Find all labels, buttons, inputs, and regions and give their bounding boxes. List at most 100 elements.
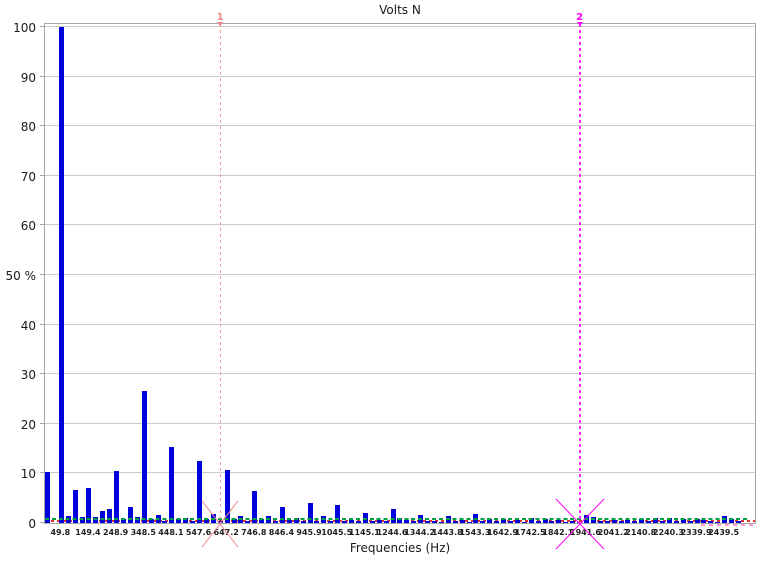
spectrum-bar	[314, 521, 319, 523]
gridline	[45, 472, 755, 473]
x-tick-label: 945.9	[296, 528, 321, 537]
x-tick-label: 746.8	[241, 528, 266, 537]
spectrum-bar	[494, 521, 499, 523]
spectrum-bar	[59, 27, 64, 523]
y-tick	[40, 324, 45, 325]
baseline-pink-dashes	[701, 524, 757, 526]
spectrum-bar	[411, 521, 416, 523]
x-tick-label: 2240.3	[653, 528, 684, 537]
spectrum-bar	[522, 522, 527, 523]
spectrum-bar	[605, 521, 610, 523]
spectrum-bar	[619, 521, 624, 523]
spectrum-bar	[342, 521, 347, 523]
spectrum-bar	[660, 521, 665, 523]
x-tick-label: 1344.2	[404, 528, 435, 537]
cursor-2-x-marker[interactable]	[556, 499, 604, 549]
x-tick-label: 448.1	[158, 528, 183, 537]
y-tick	[40, 26, 45, 27]
y-tick-label: 100	[13, 21, 36, 35]
spectrum-bar	[128, 507, 133, 523]
cursor-2-line[interactable]	[579, 24, 581, 525]
cursor-1-arrow-icon	[217, 22, 223, 26]
x-tick-label: 2439.5	[708, 528, 739, 537]
x-tick-label: 1145.1	[349, 528, 380, 537]
x-axis-title: Frequencies (Hz)	[44, 541, 756, 555]
spectrum-bar	[632, 521, 637, 523]
spectrum-bar	[391, 509, 396, 523]
gridline	[45, 224, 755, 225]
x-tick-label: 1642.9	[487, 528, 518, 537]
y-axis: 01020304050 %60708090100	[0, 23, 39, 524]
spectrum-bar	[460, 520, 465, 523]
gridline	[45, 26, 755, 27]
spectrum-bar	[273, 521, 278, 523]
spectrum-bar	[370, 521, 375, 523]
x-tick-label: 2339.9	[681, 528, 712, 537]
y-tick-label: 30	[21, 368, 36, 382]
y-tick-label: 90	[21, 71, 36, 85]
spectrum-bar	[335, 505, 340, 523]
y-tick	[40, 125, 45, 126]
spectrum-bar	[356, 521, 361, 523]
x-tick-label: 1742.5	[515, 528, 546, 537]
spectrum-bar	[169, 447, 174, 523]
spectrum-bar	[688, 521, 693, 523]
gridline	[45, 423, 755, 424]
spectrum-bar	[100, 511, 105, 523]
x-tick-label: 1244.6	[377, 528, 408, 537]
spectrum-bar	[301, 521, 306, 523]
cursor-1-x-marker[interactable]	[202, 501, 238, 547]
y-tick-label: 50 %	[6, 269, 37, 283]
spectrum-bar	[453, 521, 458, 523]
gridline	[45, 373, 755, 374]
x-tick-label: 1045.5	[321, 528, 352, 537]
spectrum-bar	[646, 521, 651, 523]
spectrum-bar	[377, 520, 382, 523]
y-tick-label: 70	[21, 170, 36, 184]
x-tick-label: 49.8	[50, 528, 70, 537]
spectrum-bar	[287, 520, 292, 523]
gridline	[45, 274, 755, 275]
x-tick-label: 248.9	[103, 528, 128, 537]
y-tick-label: 0	[28, 517, 36, 531]
y-tick	[40, 423, 45, 424]
y-tick-label: 60	[21, 219, 36, 233]
gridline	[45, 125, 755, 126]
y-tick	[40, 274, 45, 275]
spectrum-bar	[425, 521, 430, 523]
x-tick-label: 1443.8	[432, 528, 463, 537]
spectrum-bar	[190, 521, 195, 523]
y-tick-label: 20	[21, 418, 36, 432]
y-tick-label: 40	[21, 319, 36, 333]
spectrum-bar	[162, 521, 167, 523]
y-tick	[40, 76, 45, 77]
spectrum-bar	[480, 521, 485, 523]
x-tick-label: 348.5	[131, 528, 156, 537]
y-tick-label: 10	[21, 467, 36, 481]
y-tick-label: 80	[21, 120, 36, 134]
chart-title: Volts N	[44, 3, 756, 17]
spectrum-bar	[349, 520, 354, 523]
y-tick	[40, 373, 45, 374]
x-tick-label: 1543.3	[459, 528, 490, 537]
spectrum-bar	[508, 521, 513, 523]
spectrum-bar	[736, 521, 741, 523]
spectrum-bar	[612, 520, 617, 523]
spectrum-bar	[328, 521, 333, 523]
spectrum-bar	[625, 520, 630, 523]
spectrum-bar	[245, 521, 250, 523]
spectrum-bar	[467, 522, 472, 523]
spectrum-bar	[536, 521, 541, 523]
spectrum-bar	[439, 522, 444, 523]
cursor-1-line[interactable]	[220, 24, 221, 525]
threshold-line-green	[45, 518, 750, 520]
x-tick-label: 846.4	[269, 528, 294, 537]
plot-area: 12	[44, 23, 756, 524]
spectrum-bar	[674, 521, 679, 523]
spectrum-bar	[45, 472, 50, 523]
x-axis: 49.8149.4248.9348.5448.1547.6647.2746.88…	[44, 528, 756, 542]
spectrum-bar	[114, 471, 119, 523]
gridline	[45, 175, 755, 176]
spectrum-bar	[432, 521, 437, 523]
spectrum-bar	[142, 391, 147, 523]
